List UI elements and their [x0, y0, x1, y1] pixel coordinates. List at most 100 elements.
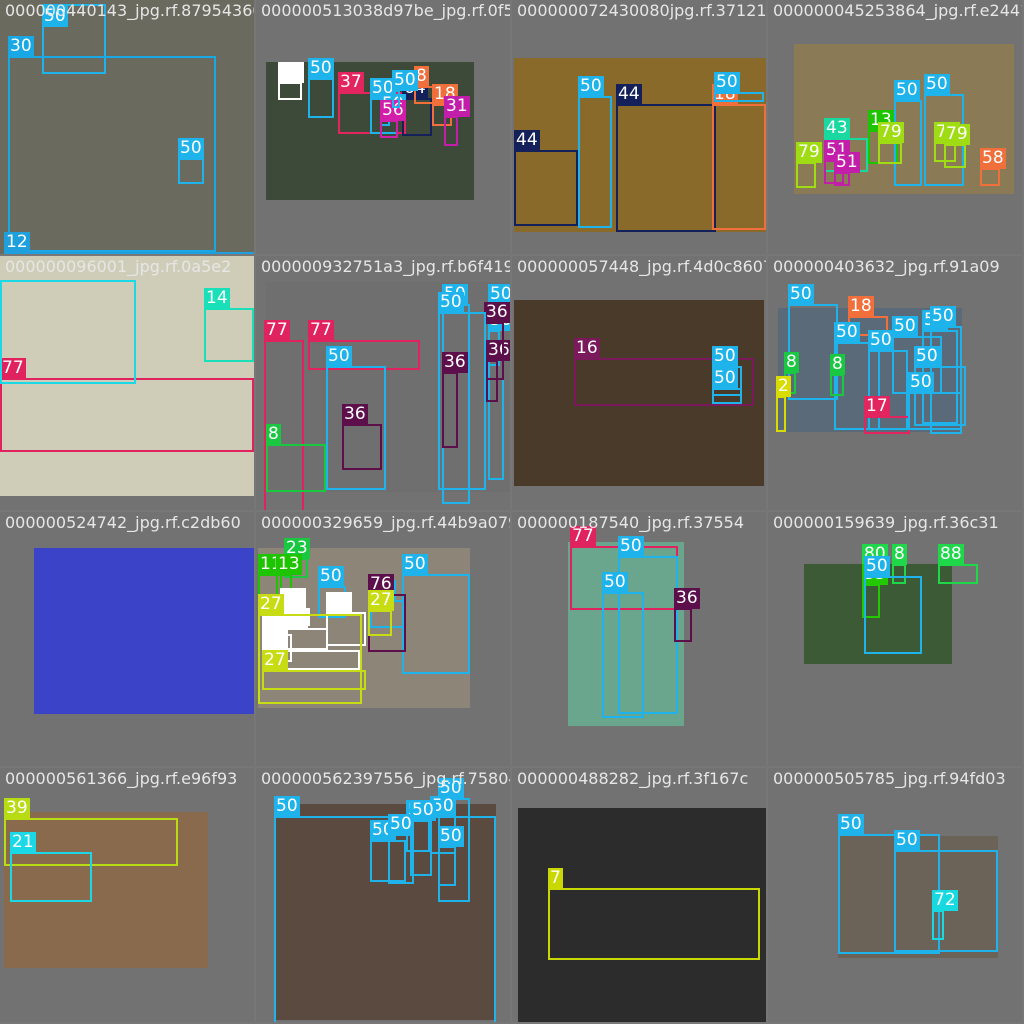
- cell-filename: 000000329659_jpg.rf.44b9a07920766540: [261, 513, 510, 532]
- detection-box: 2: [776, 376, 791, 432]
- detection-label: 50: [438, 292, 464, 313]
- detection-box: 50: [438, 826, 464, 886]
- detection-label: 77: [570, 526, 596, 547]
- detection-label: 50: [618, 536, 644, 557]
- mosaic-cell: 77775050505036363636850000000932751a3_jp…: [256, 256, 510, 510]
- detection-label: 50: [42, 6, 68, 27]
- detection-label: 50: [318, 566, 344, 587]
- detection-box: 21: [10, 832, 92, 902]
- detection-label: 50: [834, 322, 860, 343]
- detection-box: 50: [712, 368, 742, 404]
- detection-label: 50: [602, 572, 628, 593]
- detection-label: 58: [980, 148, 1006, 169]
- detection-label: 27: [258, 594, 284, 615]
- detection-label: 50: [892, 316, 918, 337]
- detection-label: 18: [848, 296, 874, 317]
- detection-label: 50: [930, 306, 956, 327]
- detection-label: 79: [944, 124, 970, 145]
- detection-label: 50: [924, 74, 950, 95]
- mosaic-cell: 808883350000000159639_jpg.rf.36c31: [768, 512, 1022, 766]
- detection-label: 8: [266, 424, 281, 445]
- detection-box: 50: [602, 572, 644, 718]
- detection-box: 79: [944, 124, 970, 168]
- detection-label: 8: [830, 354, 845, 375]
- detection-box: 36: [674, 588, 700, 642]
- detection-box: 50: [392, 70, 418, 108]
- cell-filename: 000000932751a3_jpg.rf.b6f41960072657448: [261, 257, 510, 276]
- mosaic-cell: 39 21 000000561366_jpg.rf.e96f93: [0, 768, 254, 1022]
- detection-box: 27: [258, 594, 362, 704]
- detection-box: 72: [932, 890, 958, 940]
- detection-box: 50: [178, 138, 204, 184]
- detection-box: 31: [444, 96, 470, 146]
- detection-label: 50: [438, 826, 464, 847]
- detection-box: 44: [616, 84, 716, 232]
- detection-label: 51: [834, 152, 860, 173]
- detection-label: 79: [796, 142, 822, 163]
- detection-label: 50: [274, 796, 300, 817]
- detection-label: 12: [4, 232, 30, 253]
- cell-filename: 000000513038d97be_jpg.rf.0f5f1d000010724…: [261, 1, 510, 20]
- detection-label: 50: [914, 346, 940, 367]
- detection-box: 8: [830, 354, 845, 396]
- detection-label: 36: [674, 588, 700, 609]
- detection-label: 50: [178, 138, 204, 159]
- mosaic-cell: 50305012000000440143_jpg.rf.879543605213…: [0, 0, 254, 254]
- mosaic-cell: 77 50 50 36 000000187540_jpg.rf.37554: [512, 512, 766, 766]
- detection-label: 50: [402, 554, 428, 575]
- cell-filename: 000000505785_jpg.rf.94fd03: [773, 769, 1006, 788]
- mosaic-cell: 2311135050507622222227222227270000003296…: [256, 512, 510, 766]
- detection-box: 50: [308, 58, 334, 118]
- detection-label: 72: [932, 890, 958, 911]
- detection-box: 50: [388, 814, 414, 884]
- cell-filename: 000000403632_jpg.rf.91a09: [773, 257, 1000, 276]
- detection-label: 44: [616, 84, 642, 105]
- detection-box: 50: [578, 76, 612, 228]
- detection-label: 50: [868, 330, 894, 351]
- detection-box: 14: [204, 288, 254, 362]
- detection-label: 88: [938, 544, 964, 565]
- detection-label: 36: [484, 302, 510, 323]
- detection-label: 50: [326, 346, 352, 367]
- detection-box: 36: [484, 302, 510, 380]
- cell-filename: 000000057448_jpg.rf.4d0c86070040503632_j…: [517, 257, 766, 276]
- detection-label: 39: [4, 798, 30, 819]
- detection-label: 77: [264, 320, 290, 341]
- mosaic-cell: 502337506481850563150000000513038d97be_j…: [256, 0, 510, 254]
- mosaic-cell: 5044185044000000072430080jpg.rf.37121e00…: [512, 0, 766, 254]
- detection-box: 12: [4, 232, 254, 254]
- detection-label: 27: [368, 590, 394, 611]
- mosaic-cell: 5050505050505050000000562397556_jpg.rf.7…: [256, 768, 510, 1022]
- detection-label: 36: [342, 404, 368, 425]
- detection-label: 8: [892, 544, 907, 565]
- detection-box: 77: [0, 358, 254, 452]
- mosaic-cell: 50185050505050508821750000000403632_jpg.…: [768, 256, 1022, 510]
- detection-label: 50: [388, 814, 414, 835]
- detection-label: 50: [308, 58, 334, 79]
- cell-filename: 000000561366_jpg.rf.e96f93: [5, 769, 238, 788]
- detection-label: 22: [326, 592, 352, 613]
- detection-label: 22: [280, 588, 306, 609]
- detection-box: 50: [402, 554, 470, 674]
- mosaic-cell: 16 5050 000000057448_jpg.rf.4d0c8607004050…: [512, 256, 766, 510]
- detection-box: 50: [438, 292, 486, 490]
- mosaic-cell: 5050431379797951517958000000045253864_jp…: [768, 0, 1022, 254]
- detection-label: 50: [864, 556, 890, 577]
- mosaic-cell: 000000524742_jpg.rf.c2db60: [0, 512, 254, 766]
- cell-filename: 000000524742_jpg.rf.c2db60: [5, 513, 241, 532]
- cell-filename: 000000045253864_jpg.rf.e2441: [773, 1, 1022, 20]
- detection-label: 43: [824, 118, 850, 139]
- detection-label: 50: [392, 70, 418, 91]
- detection-box: 79: [796, 142, 822, 188]
- detection-box: 58: [980, 148, 1006, 186]
- detection-label: 77: [308, 320, 334, 341]
- detection-label: 50: [894, 830, 920, 851]
- detection-box: 36: [342, 404, 382, 470]
- detection-box: 44: [514, 130, 578, 226]
- detection-label: 21: [10, 832, 36, 853]
- detection-label: 16: [574, 338, 600, 359]
- cell-filename: 000000072430080jpg.rf.37121e00150450528: [517, 1, 766, 20]
- detection-label: 8: [784, 352, 799, 373]
- detection-box: 7: [548, 868, 760, 960]
- detection-label: 7: [548, 868, 563, 889]
